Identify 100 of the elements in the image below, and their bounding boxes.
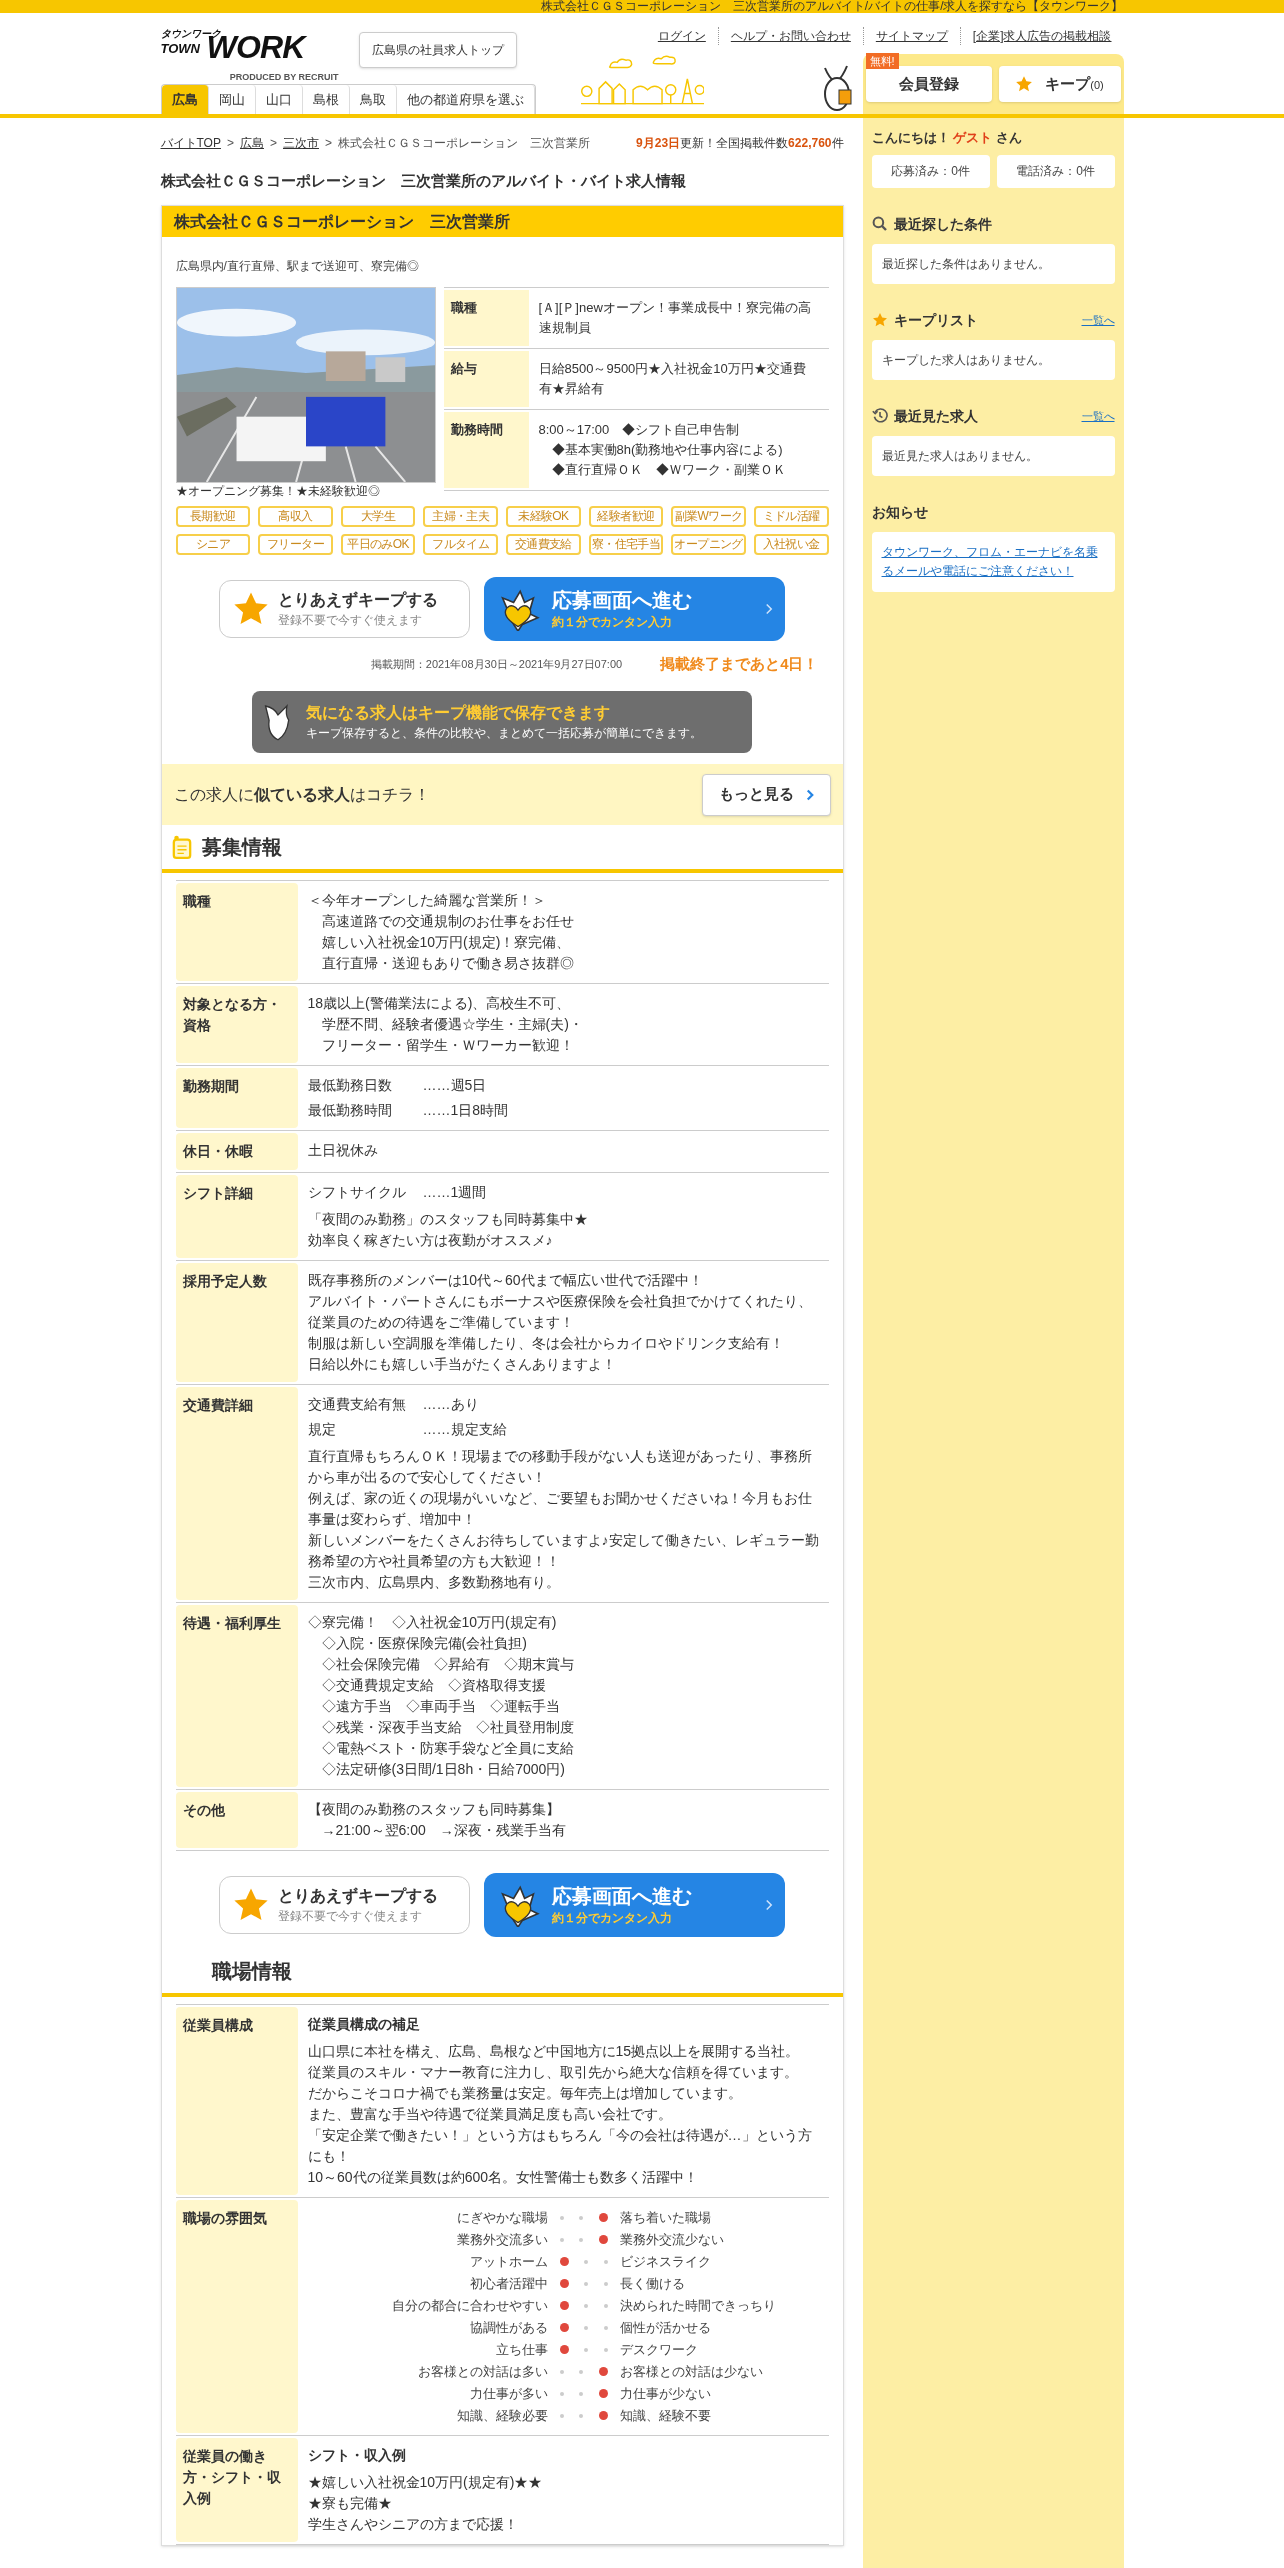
history-icon xyxy=(871,408,888,424)
breadcrumb-current: 株式会社ＣＧＳコーポレーション 三次営業所 xyxy=(338,135,590,152)
header-link[interactable]: ログイン xyxy=(645,27,718,45)
region-tab[interactable]: 広島 xyxy=(161,85,209,114)
feature-tag: フリーター xyxy=(258,533,333,555)
detail-text: 18歳以上(警備業法による)、高校生不可、 学歴不問、経験者優遇☆学生・主婦(夫)・ フリーター・留学生・Ｗワーカー歓迎！ xyxy=(307,994,584,1055)
detail-text: ★嬉しい入社祝金10万円(規定有)★★ ★寮も完備★ 学生さんやシニアの方まで応援！ xyxy=(307,2473,544,2534)
photo-caption: ★オープニング募集！★未経験歓迎◎ xyxy=(175,483,380,498)
apply-button[interactable]: 応募画面へ進む 約１分でカンタン入力 xyxy=(484,1873,785,1937)
scale-left-label: 立ち仕事 xyxy=(494,2341,549,2359)
scale-right-label: 知識、経験不要 xyxy=(618,2407,712,2425)
summary-label: 勤務時間 xyxy=(443,411,529,488)
sidebar-heading: お知らせ xyxy=(871,502,928,522)
scale-left-label: 知識、経験必要 xyxy=(455,2407,549,2425)
breadcrumb-link[interactable]: バイトTOP xyxy=(160,134,221,152)
sidebar-heading: キープリスト xyxy=(893,310,978,330)
summary-value: [Ａ][Ｐ]newオープン！事業成長中！寮完備の高速規制員 xyxy=(537,298,812,337)
detail-text: 【夜間のみ勤務のスタッフも同時募集】 →21:00～翌6:00 →深夜・残業手当有 xyxy=(307,1800,567,1840)
scale-right-label: 長く働ける xyxy=(618,2275,686,2293)
feature-tag: 寮・住宅手当 xyxy=(588,533,664,555)
view-list-link[interactable]: 一覧へ xyxy=(1081,407,1115,425)
scale-right-label: 決められた時間できっちり xyxy=(618,2297,777,2315)
scale-left-label: 協調性がある xyxy=(468,2319,549,2337)
term-label: シフトサイクル xyxy=(307,1183,407,1202)
detail-label: その他 xyxy=(175,1792,298,1848)
header-link[interactable]: [企業]求人広告の掲載相談 xyxy=(959,27,1124,45)
term-value: ……あり xyxy=(422,1395,479,1414)
feature-tag: 平日のみOK xyxy=(340,533,416,555)
detail-text: 直行直帰もちろんＯＫ！現場までの移動手段がない人も送迎があったり、事務所から車が出るので安心してください！ 例えば、家の近くの現場がいいなど、ご要望もお聞かせくださいね！今月もお仕事量は変わらず、増加中！ 新しいメンバーをたくさんお待ちしていますよ♪安定して働きたい、レギュラー勤務希望の方や社員希望の方も大歓迎！！ 三次市内、広島県内、多数勤務地有り。 xyxy=(307,1447,820,1592)
scale-left-label: にぎやかな職場 xyxy=(455,2209,549,2227)
term-value: ……1日8時間 xyxy=(422,1101,509,1120)
detail-label: 従業員の働き方・シフト・収入例 xyxy=(175,2438,298,2542)
top-bar-text: 株式会社ＣＧＳコーポレーション 三次営業所のアルバイト/バイトの仕事/求人を探すなら【タウンワーク】 xyxy=(540,0,1124,13)
clipboard-icon xyxy=(171,834,192,860)
detail-text: 既存事務所のメンバーは10代～60代まで幅広い世代で活躍中！ アルバイト・パートさんにもボーナスや医療保険を会社負担でかけてくれたり、 従業員のための待遇をご準備しています！ 制服は新しい空調服を準備したり、冬は会社からカイロやドリンク支給有！ 日給以外にも嬉しい手当がたくさんありますよ！ xyxy=(307,1271,813,1374)
view-list-link[interactable]: 一覧へ xyxy=(1081,311,1115,329)
term-value: ……1週間 xyxy=(422,1183,487,1202)
keep-button[interactable]: とりあえずキープする 登録不要で今すぐ使えます xyxy=(219,1876,470,1934)
scale-left-label: 業務外交流多い xyxy=(455,2231,549,2249)
feature-tag: 主婦・主夫 xyxy=(423,505,498,527)
detail-label: 待遇・福利厚生 xyxy=(175,1605,298,1787)
detail-subheading: シフト・収入例 xyxy=(307,2446,407,2465)
summary-value: 8:00～17:00 ◆シフト自己申告制 ◆基本実働8h(勤務地や仕事内容による) ◆直行直帰ＯＫ ◆Ｗワーク・副業ＯＫ xyxy=(537,420,787,479)
detail-label: 対象となる方・資格 xyxy=(175,986,298,1063)
star-icon xyxy=(1015,75,1034,93)
scale-right-label: 力仕事が少ない xyxy=(618,2385,712,2403)
chevron-icon xyxy=(765,602,773,615)
section-heading: 職場情報 xyxy=(211,1959,292,1984)
banner-text: キープ保存すると、条件の比較や、まとめて一括応募が簡単にできます。 xyxy=(306,725,702,742)
term-label: 交通費支給有無 xyxy=(307,1395,407,1414)
detail-subheading: 従業員構成の補足 xyxy=(307,2015,421,2034)
feature-tag: ミドル活躍 xyxy=(753,505,829,527)
detail-label: シフト詳細 xyxy=(175,1175,298,1258)
header-link[interactable]: サイトマップ xyxy=(862,27,960,45)
term-label: 最低勤務時間 xyxy=(307,1101,393,1120)
term-value: ……規定支給 xyxy=(422,1420,507,1439)
scale-right-label: デスクワーク xyxy=(618,2341,699,2359)
breadcrumb-link[interactable]: 広島 xyxy=(239,134,264,152)
scale-left-label: 力仕事が多い xyxy=(468,2385,549,2403)
scale-right-label: 業務外交流少ない xyxy=(618,2231,725,2249)
feature-tag: オープニング xyxy=(671,533,746,555)
feature-tag: 入社祝い金 xyxy=(753,533,829,555)
count-box: 応募済み：0件 xyxy=(871,154,990,188)
keep-list-button[interactable]: キープ(0) xyxy=(998,66,1121,102)
header-link[interactable]: ヘルプ・お問い合わせ xyxy=(717,27,863,45)
empty-message: 最近探した条件はありません。 xyxy=(881,255,1051,273)
prefecture-top-button[interactable]: 広島県の社員求人トップ xyxy=(358,32,517,68)
scale-left-label: お客様との対話は多い xyxy=(416,2363,549,2381)
update-info: 9月23日更新！全国掲載件数622,760件 xyxy=(636,135,844,152)
feature-tag: 大学生 xyxy=(340,505,416,527)
summary-label: 職種 xyxy=(443,289,529,346)
keep-button[interactable]: とりあえずキープする 登録不要で今すぐ使えます xyxy=(219,579,470,638)
chevron-icon xyxy=(765,1899,773,1911)
term-value: ……週5日 xyxy=(422,1076,487,1095)
feature-tag: 交通費支給 xyxy=(506,533,581,555)
breadcrumb-link[interactable]: 三次市 xyxy=(283,134,319,152)
feature-tag: 副業Wワーク xyxy=(671,505,746,527)
detail-label: 勤務期間 xyxy=(175,1068,298,1128)
empty-message: 最近見た求人はありません。 xyxy=(881,447,1039,465)
count-box: 電話済み：0件 xyxy=(996,154,1115,188)
sidebar-heading: 最近見た求人 xyxy=(893,406,978,426)
listing-period: 掲載期間：2021年08月30日～2021年9月27日07:00 xyxy=(370,656,623,672)
feature-tag: 長期歓迎 xyxy=(175,505,251,527)
section-heading: 募集情報 xyxy=(201,835,282,860)
similar-jobs-text: この求人に似ている求人はコチラ！ xyxy=(173,784,430,805)
scale-left-label: 自分の都合に合わせやすい xyxy=(390,2297,549,2315)
feature-tag: 経験者歓迎 xyxy=(588,505,664,527)
see-more-button[interactable]: もっと見る xyxy=(701,773,831,816)
feature-tag: 未経験OK xyxy=(506,505,581,527)
star-icon xyxy=(871,312,888,328)
member-register-button[interactable]: 会員登録 xyxy=(865,66,992,102)
free-badge: 無料! xyxy=(865,53,899,69)
detail-text: 土日祝休み xyxy=(307,1141,379,1160)
detail-label: 交通費詳細 xyxy=(175,1387,298,1600)
detail-label: 採用予定人数 xyxy=(175,1263,298,1382)
scale-right-label: お客様との対話は少ない xyxy=(618,2363,764,2381)
summary-value: 日給8500～9500円★入社祝金10万円★交通費有★昇給有 xyxy=(537,359,807,398)
apply-button[interactable]: 応募画面へ進む 約１分でカンタン入力 xyxy=(484,576,785,641)
term-label: 最低勤務日数 xyxy=(307,1076,393,1095)
breadcrumb-separator: > xyxy=(325,135,332,152)
